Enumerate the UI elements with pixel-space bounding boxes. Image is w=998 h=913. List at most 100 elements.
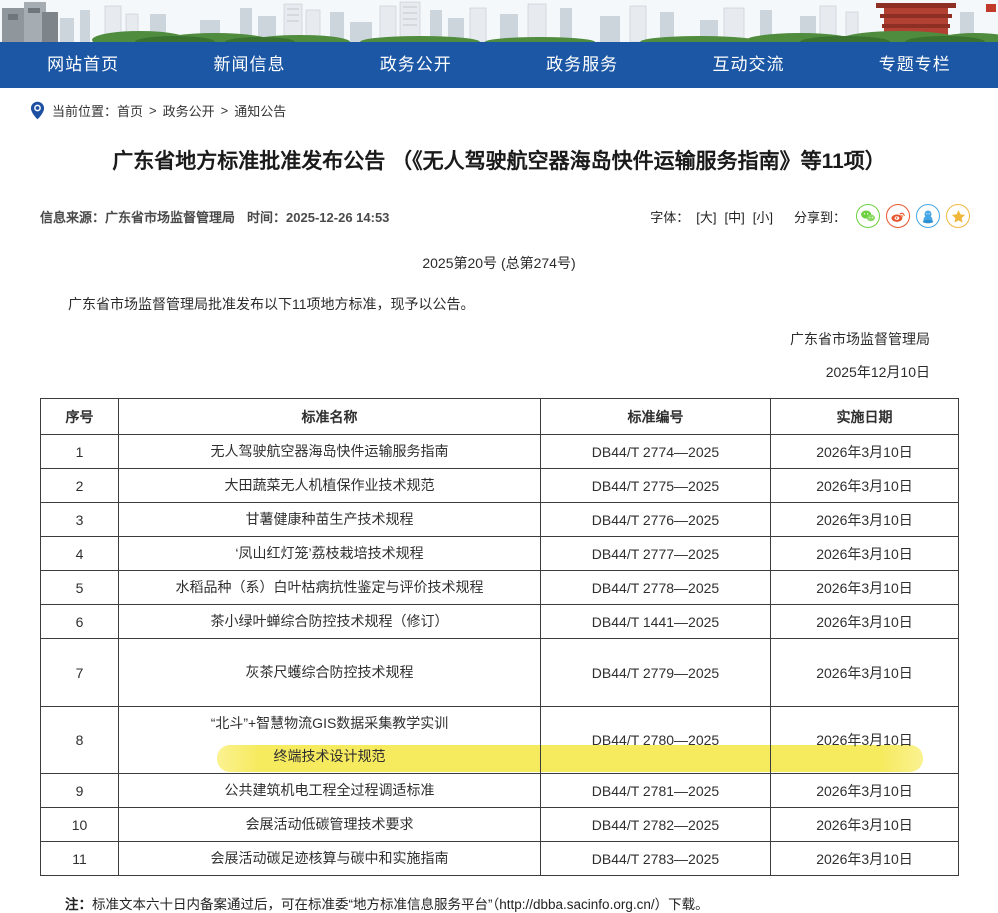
article-meta-info: 信息来源：广东省市场监督管理局时间：2025-12-26 14:53 [40, 207, 389, 226]
cell-standard-name: 公共建筑机电工程全过程调适标准 [119, 774, 541, 808]
cell-standard-code: DB44/T 2783—2025 [541, 842, 771, 876]
col-header-date: 实施日期 [771, 399, 959, 435]
table-row: 8 “北斗”+智慧物流GIS数据采集教学实训 终端技术设计规范 DB44/T 2… [41, 707, 959, 774]
nav-item[interactable]: 互动交流 [702, 42, 794, 88]
cell-impl-date: 2026年3月10日 [771, 435, 959, 469]
cell-seq: 4 [41, 537, 119, 571]
city-skyline-illustration [0, 0, 998, 42]
cell-standard-code: DB44/T 2781—2025 [541, 774, 771, 808]
cell-impl-date: 2026年3月10日 [771, 537, 959, 571]
cell-seq: 8 [41, 707, 119, 774]
nav-item[interactable]: 政务服务 [536, 42, 628, 88]
table-row: 11 会展活动碳足迹核算与碳中和实施指南 DB44/T 2783—2025 20… [41, 842, 959, 876]
font-size-medium-button[interactable]: [中] [725, 207, 745, 226]
qzone-share-icon[interactable] [946, 204, 970, 228]
cell-impl-date: 2026年3月10日 [771, 639, 959, 707]
breadcrumb-separator: > [149, 103, 157, 118]
nav-item[interactable]: 网站首页 [37, 42, 129, 88]
cell-standard-code: DB44/T 2778—2025 [541, 571, 771, 605]
cell-standard-code: DB44/T 2777—2025 [541, 537, 771, 571]
breadcrumb-label: 当前位置： [52, 101, 117, 120]
cell-seq: 7 [41, 639, 119, 707]
breadcrumb: 当前位置： 首页 > 政务公开 > 通知公告 [0, 88, 998, 126]
table-row: 9 公共建筑机电工程全过程调适标准 DB44/T 2781—2025 2026年… [41, 774, 959, 808]
font-size-large-button[interactable]: [大] [696, 207, 716, 226]
cell-standard-name: 会展活动碳足迹核算与碳中和实施指南 [119, 842, 541, 876]
footnote-text: 标准文本六十日内备案通过后，可在标准委“地方标准信息服务平台”（http://d… [92, 897, 709, 912]
col-header-name: 标准名称 [119, 399, 541, 435]
cell-seq: 3 [41, 503, 119, 537]
header-banner-image [0, 0, 998, 42]
cell-standard-code: DB44/T 1441—2025 [541, 605, 771, 639]
time-label: 时间： [247, 210, 286, 225]
table-row: 2 大田蔬菜无人机植保作业技术规范 DB44/T 2775—2025 2026年… [41, 469, 959, 503]
qq-share-icon[interactable] [916, 204, 940, 228]
table-row: 1 无人驾驶航空器海岛快件运输服务指南 DB44/T 2774—2025 202… [41, 435, 959, 469]
signature-date: 2025年12月10日 [0, 362, 930, 382]
cell-impl-date: 2026年3月10日 [771, 469, 959, 503]
table-header-row: 序号 标准名称 标准编号 实施日期 [41, 399, 959, 435]
nav-item[interactable]: 新闻信息 [203, 42, 295, 88]
source-value: 广东省市场监督管理局 [105, 210, 235, 225]
cell-seq: 6 [41, 605, 119, 639]
table-row: 10 会展活动低碳管理技术要求 DB44/T 2782—2025 2026年3月… [41, 808, 959, 842]
cell-standard-name: “北斗”+智慧物流GIS数据采集教学实训 终端技术设计规范 [119, 707, 541, 774]
cell-seq: 2 [41, 469, 119, 503]
cell-seq: 5 [41, 571, 119, 605]
article-meta-bar: 信息来源：广东省市场监督管理局时间：2025-12-26 14:53 字体： [… [40, 204, 970, 228]
table-row: 6 茶小绿叶蝉综合防控技术规程（修订） DB44/T 1441—2025 202… [41, 605, 959, 639]
weibo-share-icon[interactable] [886, 204, 910, 228]
cell-standard-name: 会展活动低碳管理技术要求 [119, 808, 541, 842]
share-label: 分享到： [794, 207, 846, 226]
cell-seq: 1 [41, 435, 119, 469]
cell-standard-code: DB44/T 2774—2025 [541, 435, 771, 469]
cell-impl-date: 2026年3月10日 [771, 707, 959, 774]
cell-standard-code: DB44/T 2775—2025 [541, 469, 771, 503]
nav-item[interactable]: 专题专栏 [869, 42, 961, 88]
cell-standard-name: 水稻品种（系）白叶枯病抗性鉴定与评价技术规程 [119, 571, 541, 605]
cell-standard-name: 大田蔬菜无人机植保作业技术规范 [119, 469, 541, 503]
cell-impl-date: 2026年3月10日 [771, 571, 959, 605]
cell-seq: 9 [41, 774, 119, 808]
cell-standard-code: DB44/T 2779—2025 [541, 639, 771, 707]
breadcrumb-link-zwgk[interactable]: 政务公开 [163, 101, 215, 120]
table-row: 5 水稻品种（系）白叶枯病抗性鉴定与评价技术规程 DB44/T 2778—202… [41, 571, 959, 605]
location-pin-icon [30, 101, 45, 120]
signature-organization: 广东省市场监督管理局 [0, 329, 930, 349]
wechat-share-icon[interactable] [856, 204, 880, 228]
cell-impl-date: 2026年3月10日 [771, 503, 959, 537]
cell-standard-name: 无人驾驶航空器海岛快件运输服务指南 [119, 435, 541, 469]
col-header-seq: 序号 [41, 399, 119, 435]
table-row: 3 甘薯健康种苗生产技术规程 DB44/T 2776—2025 2026年3月1… [41, 503, 959, 537]
cell-standard-name: 茶小绿叶蝉综合防控技术规程（修订） [119, 605, 541, 639]
cell-standard-code: DB44/T 2782—2025 [541, 808, 771, 842]
footnote-label: 注： [65, 897, 92, 912]
cell-standard-name: 甘薯健康种苗生产技术规程 [119, 503, 541, 537]
cell-standard-name: ‘凤山红灯笼’荔枝栽培技术规程 [119, 537, 541, 571]
nav-item[interactable]: 政务公开 [370, 42, 462, 88]
cell-seq: 11 [41, 842, 119, 876]
cell-impl-date: 2026年3月10日 [771, 808, 959, 842]
source-label: 信息来源： [40, 210, 105, 225]
font-size-label: 字体： [650, 207, 689, 226]
standards-table: 序号 标准名称 标准编号 实施日期 1 无人驾驶航空器海岛快件运输服务指南 DB… [40, 398, 959, 876]
cell-standard-code: DB44/T 2780—2025 [541, 707, 771, 774]
cell-seq: 10 [41, 808, 119, 842]
cell-standard-code: DB44/T 2776—2025 [541, 503, 771, 537]
font-size-small-button[interactable]: [小] [753, 207, 773, 226]
announcement-paragraph: 广东省市场监督管理局批准发布以下11项地方标准，现予以公告。 [40, 294, 958, 314]
cell-impl-date: 2026年3月10日 [771, 774, 959, 808]
breadcrumb-separator: > [221, 103, 229, 118]
time-value: 2025-12-26 14:53 [286, 210, 389, 225]
cell-impl-date: 2026年3月10日 [771, 605, 959, 639]
col-header-code: 标准编号 [541, 399, 771, 435]
table-row: 7 灰茶尺蠖综合防控技术规程 DB44/T 2779—2025 2026年3月1… [41, 639, 959, 707]
cell-impl-date: 2026年3月10日 [771, 842, 959, 876]
font-share-controls: 字体： [大] [中] [小] 分享到： [650, 204, 970, 228]
main-nav: 网站首页 新闻信息 政务公开 政务服务 互动交流 专题专栏 [0, 42, 998, 88]
footnote: 注：标准文本六十日内备案通过后，可在标准委“地方标准信息服务平台”（http:/… [65, 893, 958, 913]
breadcrumb-link-tzgg[interactable]: 通知公告 [234, 101, 286, 120]
table-row: 4 ‘凤山红灯笼’荔枝栽培技术规程 DB44/T 2777—2025 2026年… [41, 537, 959, 571]
standards-table-container: 序号 标准名称 标准编号 实施日期 1 无人驾驶航空器海岛快件运输服务指南 DB… [40, 398, 958, 876]
breadcrumb-link-home[interactable]: 首页 [117, 101, 143, 120]
